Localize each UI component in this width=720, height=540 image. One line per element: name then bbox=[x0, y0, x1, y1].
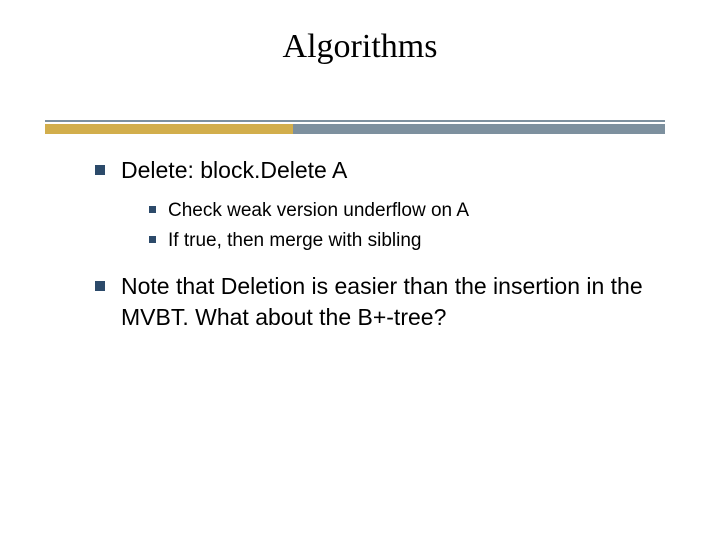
list-item-text: Delete: block.Delete A bbox=[121, 155, 347, 186]
square-bullet-icon bbox=[149, 206, 156, 213]
square-bullet-icon bbox=[149, 236, 156, 243]
slide-title: Algorithms bbox=[0, 28, 720, 66]
slide: Algorithms Delete: block.Delete A Check … bbox=[0, 0, 720, 540]
list-item: If true, then merge with sibling bbox=[149, 228, 675, 254]
divider-thin bbox=[45, 120, 665, 122]
sublist: Check weak version underflow on A If tru… bbox=[149, 198, 675, 253]
list-item: Delete: block.Delete A bbox=[95, 155, 675, 186]
list-item-text: Note that Deletion is easier than the in… bbox=[121, 271, 675, 333]
square-bullet-icon bbox=[95, 281, 105, 291]
list-item-text: If true, then merge with sibling bbox=[168, 228, 421, 254]
list-item-text: Check weak version underflow on A bbox=[168, 198, 469, 224]
list-item: Note that Deletion is easier than the in… bbox=[95, 271, 675, 333]
list-item: Check weak version underflow on A bbox=[149, 198, 675, 224]
divider-accent-right bbox=[293, 124, 665, 134]
square-bullet-icon bbox=[95, 165, 105, 175]
divider-accent-left bbox=[45, 124, 293, 134]
slide-body: Delete: block.Delete A Check weak versio… bbox=[95, 155, 675, 345]
